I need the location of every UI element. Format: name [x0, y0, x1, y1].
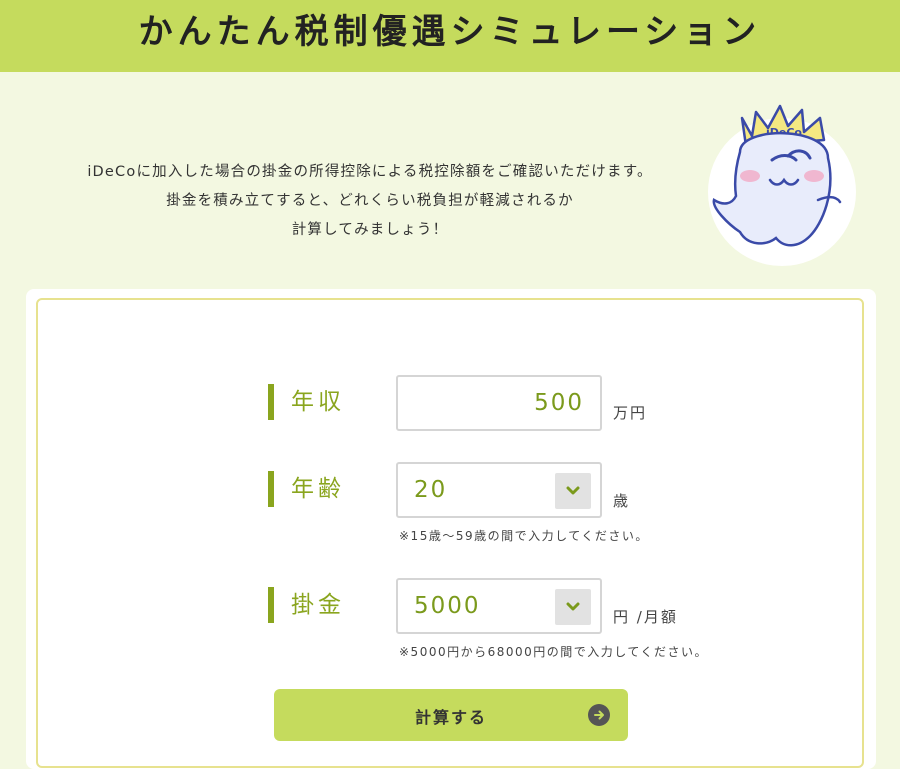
contribution-note: ※5000円から68000円の間で入力してください。	[399, 645, 709, 659]
calculate-button-label: 計算する	[414, 708, 487, 727]
calculate-button[interactable]: 計算する	[274, 689, 628, 741]
age-unit: 歳	[613, 492, 631, 510]
income-label: 年収	[268, 384, 345, 420]
income-unit: 万円	[613, 404, 648, 422]
age-label: 年齢	[268, 471, 345, 507]
intro-line-3: 計算してみましょう！	[291, 222, 449, 238]
contribution-unit: 円 /月額	[613, 608, 678, 626]
contribution-select-value: 5000	[414, 593, 481, 619]
age-select-value: 20	[414, 477, 448, 503]
contribution-label: 掛金	[268, 587, 345, 623]
chevron-down-icon[interactable]	[555, 473, 591, 509]
page-title: かんたん税制優遇シミュレーション	[138, 11, 762, 52]
intro-line-1: iDeCoに加入した場合の掛金の所得控除による税控除額をご確認いただけます。	[87, 164, 653, 180]
intro-text: iDeCoに加入した場合の掛金の所得控除による税控除額をご確認いただけます。 掛…	[30, 158, 710, 245]
age-select[interactable]: 20	[396, 462, 602, 518]
arrow-right-circle-icon	[588, 704, 610, 726]
chevron-down-icon[interactable]	[555, 589, 591, 625]
income-input[interactable]: 500	[396, 375, 602, 431]
ghost-mascot-icon: iDeCo	[708, 104, 856, 266]
page-header: かんたん税制優遇シミュレーション	[0, 0, 900, 72]
contribution-select[interactable]: 5000	[396, 578, 602, 634]
age-note: ※15歳～59歳の間で入力してください。	[399, 529, 649, 543]
intro-line-2: 掛金を積み立てすると、どれくらい税負担が軽減されるか	[166, 193, 574, 209]
